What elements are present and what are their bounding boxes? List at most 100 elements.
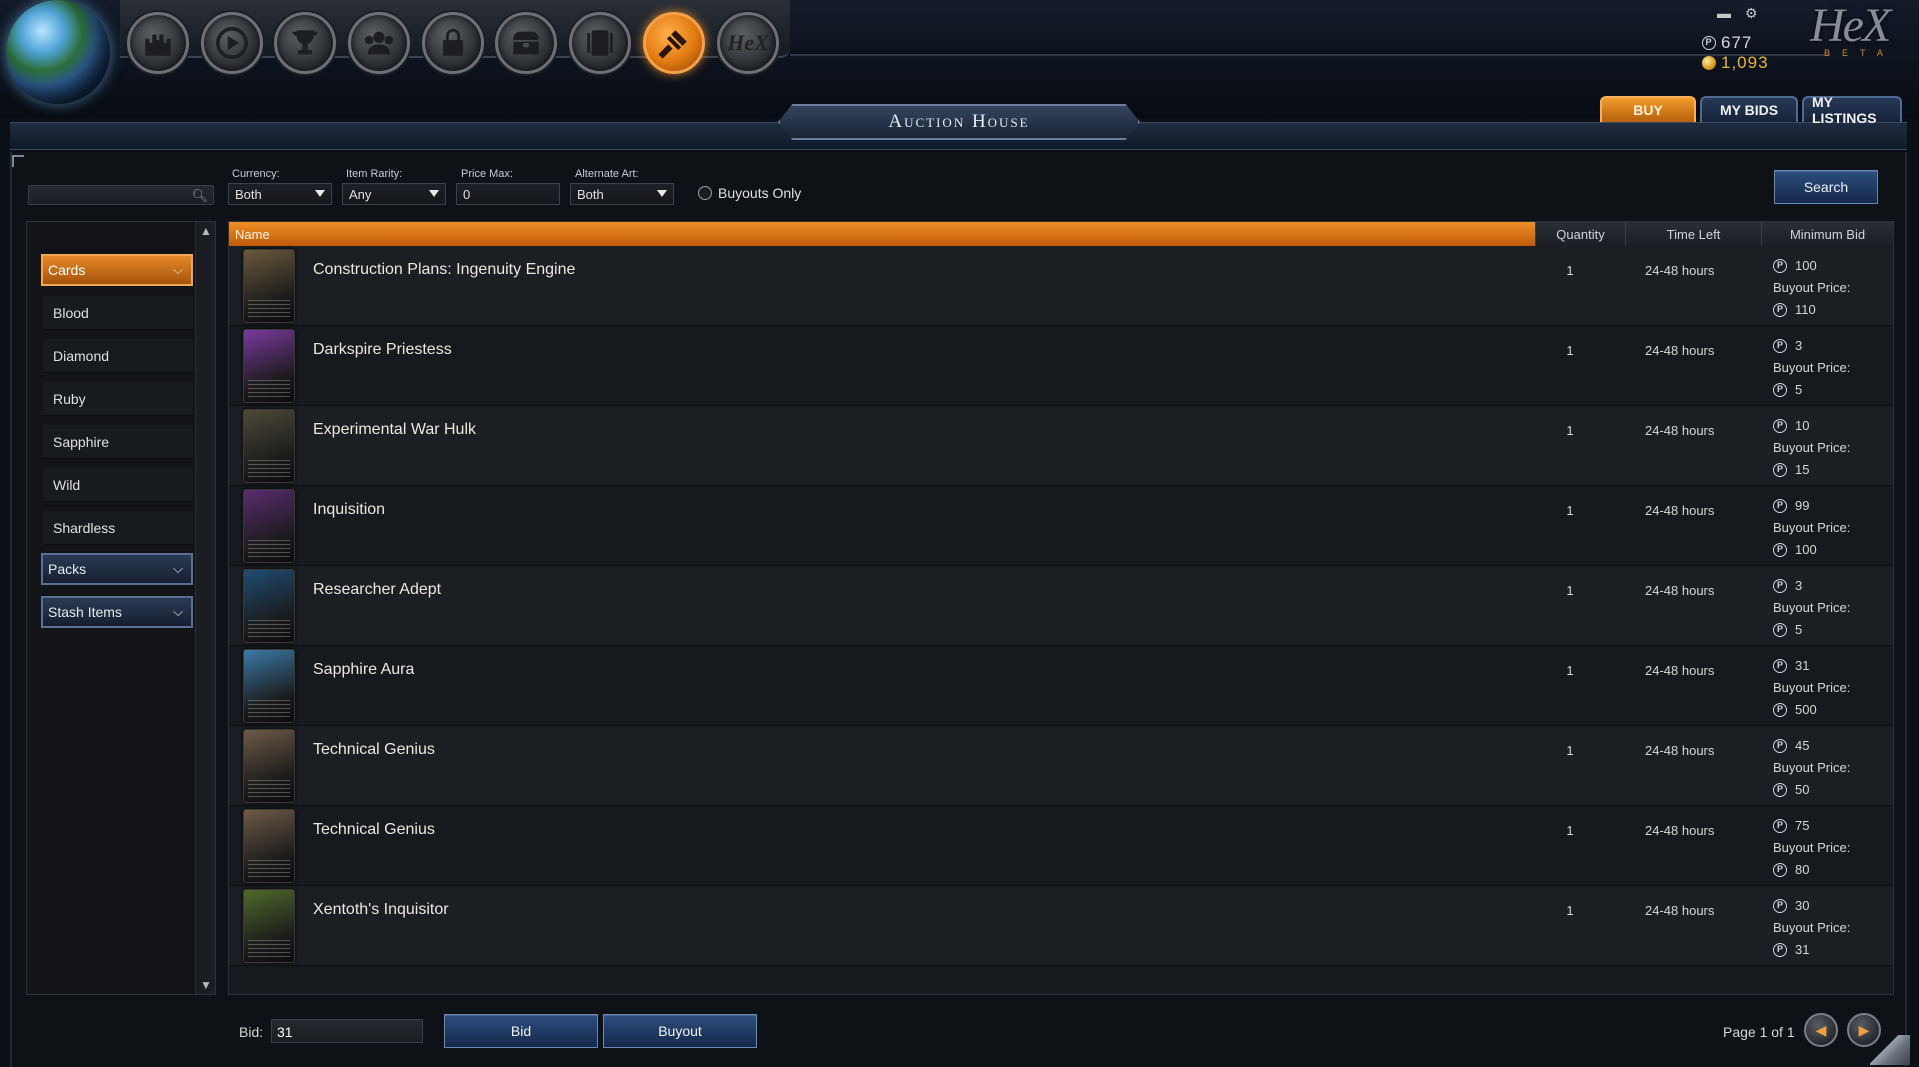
buyouts-only-toggle[interactable]: Buyouts Only: [698, 185, 801, 201]
platinum-icon: P: [1773, 543, 1787, 557]
table-row[interactable]: Inquisition 1 24-48 hours P 99 Buyout Price: P…: [229, 486, 1893, 566]
item-prices: P 3 Buyout Price: P 5: [1773, 335, 1850, 401]
item-time-left: 24-48 hours: [1645, 663, 1715, 678]
world-globe-icon[interactable]: [6, 0, 110, 104]
alt-art-select[interactable]: Both: [570, 183, 674, 205]
item-prices: P 30 Buyout Price: P 31: [1773, 895, 1850, 961]
item-name: Experimental War Hulk: [313, 421, 477, 438]
castle-icon[interactable]: [127, 12, 189, 74]
category-stash-items[interactable]: Stash Items ⌵: [41, 596, 193, 628]
currency-select[interactable]: Both: [228, 183, 332, 205]
platinum-icon: P: [1773, 339, 1787, 353]
card-thumbnail: [243, 249, 295, 323]
currency-filter-label: Currency:: [232, 168, 280, 180]
platinum-icon: P: [1773, 463, 1787, 477]
currency-display: P 677 1,093: [1702, 33, 1812, 73]
chevron-down-icon: ⌵: [173, 262, 183, 277]
platinum-icon: P: [1702, 36, 1716, 50]
sidebar-item-ruby[interactable]: Ruby: [43, 382, 193, 416]
category-packs[interactable]: Packs ⌵: [41, 553, 193, 585]
alt-art-label: Alternate Art:: [575, 168, 639, 180]
dropdown-arrow-icon: [657, 190, 667, 197]
gear-icon[interactable]: ⚙: [1745, 6, 1761, 20]
item-name: Xentoth's Inquisitor: [313, 901, 449, 918]
search-button[interactable]: Search: [1774, 170, 1878, 204]
search-input[interactable]: 🔍︎: [28, 185, 214, 205]
platinum-icon: P: [1773, 783, 1787, 797]
bid-input[interactable]: 31: [271, 1019, 423, 1043]
chevron-down-icon: ⌵: [173, 561, 183, 576]
buyout-price-value: 500: [1795, 702, 1817, 717]
card-thumbnail: [243, 569, 295, 643]
hex-store-icon[interactable]: HeX: [717, 12, 779, 74]
table-row[interactable]: Darkspire Priestess 1 24-48 hours P 3 Buyout …: [229, 326, 1893, 406]
play-icon[interactable]: [201, 12, 263, 74]
scroll-down-icon[interactable]: ▼: [199, 978, 213, 992]
card-thumbnail: [243, 889, 295, 963]
table-row[interactable]: Sapphire Aura 1 24-48 hours P 31 Buyout Price…: [229, 646, 1893, 726]
table-header: Name Quantity Time Left Minimum Bid: [229, 222, 1893, 246]
category-cards[interactable]: Cards ⌵: [41, 254, 193, 286]
item-prices: P 10 Buyout Price: P 15: [1773, 415, 1850, 481]
sidebar-item-blood[interactable]: Blood: [43, 296, 193, 330]
sidebar-scrollbar[interactable]: ▲ ▼: [195, 222, 215, 994]
table-row[interactable]: Experimental War Hulk 1 24-48 hours P 10 Buyo…: [229, 406, 1893, 486]
gold-coin-icon: [1702, 56, 1716, 70]
column-name[interactable]: Name: [229, 222, 1535, 246]
item-quantity: 1: [1566, 263, 1574, 278]
sidebar-item-shardless[interactable]: Shardless: [43, 511, 193, 545]
bid-button[interactable]: Bid: [444, 1014, 598, 1048]
card-thumbnail: [243, 649, 295, 723]
item-name: Researcher Adept: [313, 581, 442, 598]
table-row[interactable]: Technical Genius 1 24-48 hours P 45 Buyout Pr…: [229, 726, 1893, 806]
table-row[interactable]: Researcher Adept 1 24-48 hours P 3 Buyout Pri…: [229, 566, 1893, 646]
tab-my-bids[interactable]: MY BIDS: [1700, 96, 1798, 122]
chevron-down-icon: ⌵: [173, 604, 183, 619]
buyout-price-value: 80: [1795, 862, 1810, 877]
item-prices: P 3 Buyout Price: P 5: [1773, 575, 1850, 641]
hex-logo: HeX BETA: [1810, 0, 1895, 59]
scroll-up-icon[interactable]: ▲: [199, 224, 213, 238]
table-row[interactable]: Xentoth's Inquisitor 1 24-48 hours P 30 Buyou…: [229, 886, 1893, 966]
rarity-select[interactable]: Any: [342, 183, 446, 205]
radio-button[interactable]: [698, 186, 712, 200]
friends-icon[interactable]: [348, 12, 410, 74]
sidebar-item-wild[interactable]: Wild: [43, 468, 193, 502]
column-minimum-bid[interactable]: Minimum Bid: [1761, 222, 1893, 246]
card-collection-icon[interactable]: [569, 12, 631, 74]
item-time-left: 24-48 hours: [1645, 823, 1715, 838]
price-max-input[interactable]: 0: [456, 183, 560, 205]
page-title: Auction House: [778, 104, 1140, 140]
tab-buy[interactable]: BUY: [1600, 96, 1696, 122]
buyout-button[interactable]: Buyout: [603, 1014, 757, 1048]
card-thumbnail: [243, 329, 295, 403]
item-quantity: 1: [1566, 823, 1574, 838]
min-bid-value: 31: [1795, 658, 1810, 673]
chest-icon[interactable]: [495, 12, 557, 74]
sidebar-item-sapphire[interactable]: Sapphire: [43, 425, 193, 459]
platinum-icon: P: [1773, 383, 1787, 397]
auction-hammer-icon[interactable]: [643, 12, 705, 74]
item-time-left: 24-48 hours: [1645, 503, 1715, 518]
chat-icon[interactable]: ▬: [1717, 6, 1733, 20]
column-quantity[interactable]: Quantity: [1535, 222, 1625, 246]
min-bid-value: 75: [1795, 818, 1810, 833]
top-strip-right: [790, 0, 1830, 56]
table-row[interactable]: Technical Genius 1 24-48 hours P 75 Buyout Pr…: [229, 806, 1893, 886]
item-time-left: 24-48 hours: [1645, 423, 1715, 438]
column-time-left[interactable]: Time Left: [1625, 222, 1761, 246]
card-thumbnail: [243, 809, 295, 883]
category-sidebar: Cards ⌵ Blood Diamond Ruby Sapphire Wild…: [26, 221, 216, 995]
buyout-price-value: 5: [1795, 382, 1803, 397]
search-icon: 🔍︎: [191, 188, 208, 203]
sidebar-item-diamond[interactable]: Diamond: [43, 339, 193, 373]
table-row[interactable]: Construction Plans: Ingenuity Engine 1 24-…: [229, 246, 1893, 326]
item-prices: P 100 Buyout Price: P 110: [1773, 255, 1850, 321]
platinum-icon: P: [1773, 303, 1787, 317]
lock-icon[interactable]: [422, 12, 484, 74]
trophy-icon[interactable]: [274, 12, 336, 74]
tab-my-listings[interactable]: MY LISTINGS: [1802, 94, 1902, 126]
platinum-icon: P: [1773, 259, 1787, 273]
prev-page-icon[interactable]: ◀: [1804, 1013, 1838, 1047]
item-name: Technical Genius: [313, 821, 435, 838]
